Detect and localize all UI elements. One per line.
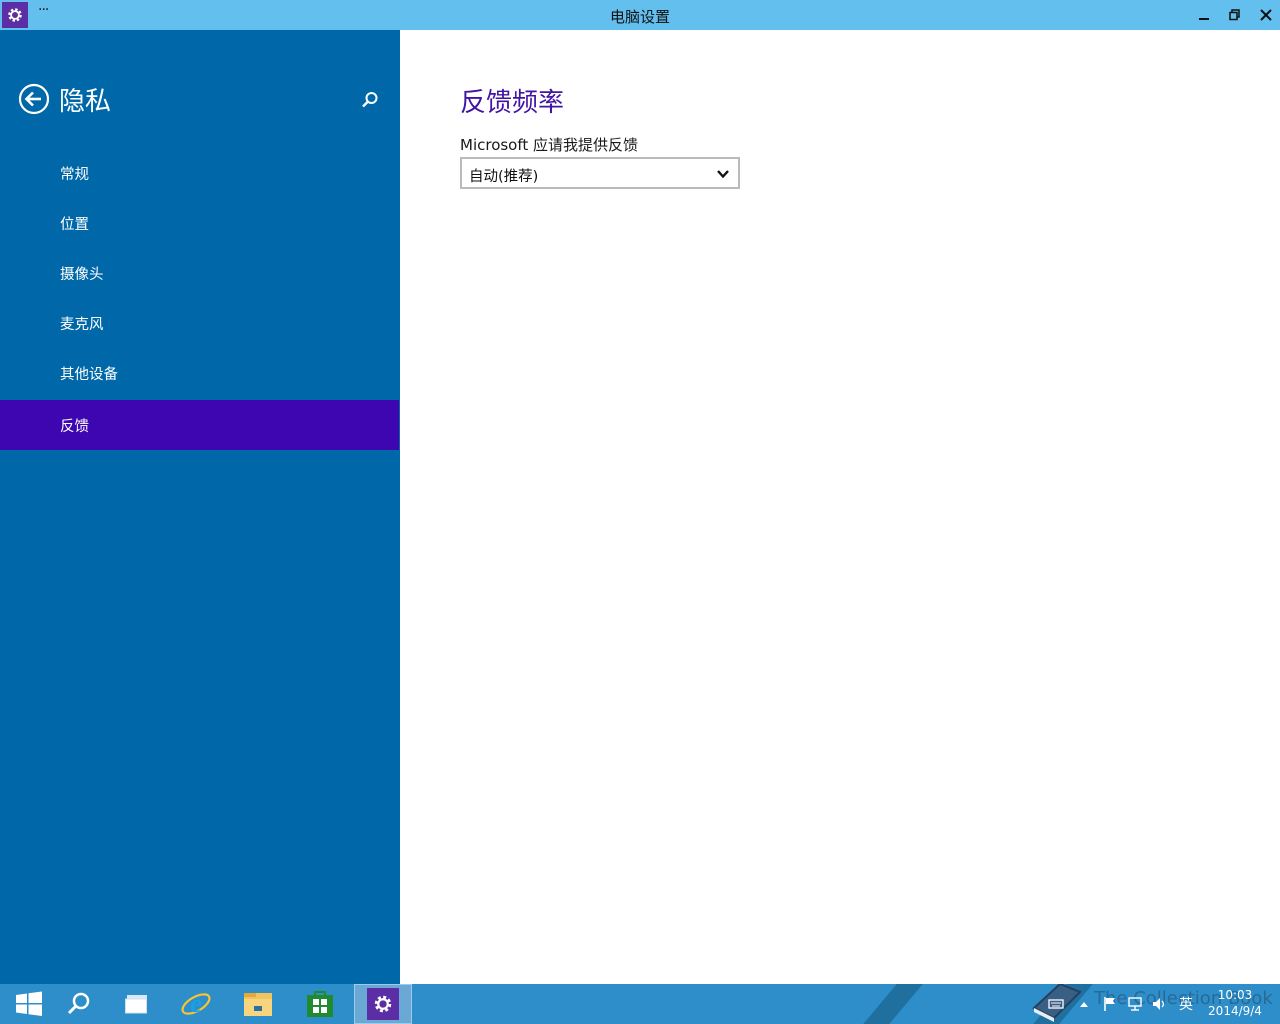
settings-taskbar-tile [367,988,399,1020]
restore-button[interactable] [1219,0,1250,30]
settings-taskbar-button[interactable] [354,984,412,1024]
speaker-icon [1153,998,1165,1010]
close-icon [1259,9,1272,21]
sidebar-item-other-devices[interactable]: 其他设备 [0,348,399,398]
dropdown-selected-value: 自动(推荐) [469,169,539,185]
sidebar-item-feedback[interactable]: 反馈 [0,400,399,450]
restore-icon [1228,9,1240,21]
feedback-frequency-label: Microsoft 应请我提供反馈 [460,136,639,154]
sidebar-item-microphone[interactable]: 麦克风 [0,298,399,348]
file-explorer-button[interactable] [229,984,287,1024]
sidebar-item-camera[interactable]: 摄像头 [0,248,399,298]
show-hidden-icons-button[interactable] [1074,984,1094,1024]
clock-time: 10:03 [1217,988,1253,1002]
store-icon [307,991,333,1017]
keyboard-tray-button[interactable] [1046,984,1066,1024]
sidebar: 隐私 常规 位置 摄像头 麦克风 其他设备 反馈 [0,30,400,984]
flag-icon [1104,997,1115,1011]
taskbar-search-button[interactable] [50,984,108,1024]
taskbar-decoration [854,984,932,1024]
file-explorer-icon [244,993,272,1016]
settings-icon [374,995,392,1013]
back-arrow-icon[interactable] [18,83,50,115]
network-tray-button[interactable] [1124,984,1146,1024]
window-title: 电脑设置 [609,8,670,26]
task-view-button[interactable] [108,984,166,1024]
ime-language-button[interactable]: 英 [1176,984,1196,1024]
search-icon[interactable] [360,90,380,110]
sidebar-item-label: 常规 [60,167,89,183]
content-pane: 反馈频率 Microsoft 应请我提供反馈 自动(推荐) [400,30,1280,984]
chevron-down-icon [717,170,729,179]
store-button[interactable] [291,984,349,1024]
sidebar-item-location[interactable]: 位置 [0,198,399,248]
search-icon [67,992,90,1015]
action-center-button[interactable] [1100,984,1120,1024]
feedback-frequency-dropdown[interactable]: 自动(推荐) [460,157,740,189]
internet-explorer-button[interactable]: e [167,984,225,1024]
network-icon [1128,997,1142,1011]
task-view-icon [125,995,147,1014]
sidebar-item-label: 摄像头 [60,267,104,283]
sidebar-item-label: 位置 [60,217,89,233]
start-icon [16,991,42,1016]
sidebar-item-label: 反馈 [60,419,89,435]
title-bar: ··· 电脑设置 [0,0,1280,30]
ie-icon: e [181,989,211,1018]
sidebar-item-general[interactable]: 常规 [0,148,399,198]
minimize-button[interactable] [1188,0,1219,30]
minimize-icon [1198,18,1209,20]
sidebar-item-label: 其他设备 [60,367,118,383]
svg-text:e: e [190,989,202,1018]
section-title: 反馈频率 [460,88,565,118]
chevron-up-icon [1080,1002,1088,1007]
keyboard-icon [1048,999,1064,1009]
sidebar-title: 隐私 [59,87,112,117]
clock-date: 2014/9/4 [1208,1004,1262,1018]
close-button[interactable] [1250,0,1280,30]
taskbar-clock[interactable]: 10:03 2014/9/4 [1200,987,1270,1019]
volume-tray-button[interactable] [1150,984,1170,1024]
sidebar-item-label: 麦克风 [60,317,104,333]
taskbar: e The Collection Book 英 10:03 2014/9/4 [0,984,1280,1024]
